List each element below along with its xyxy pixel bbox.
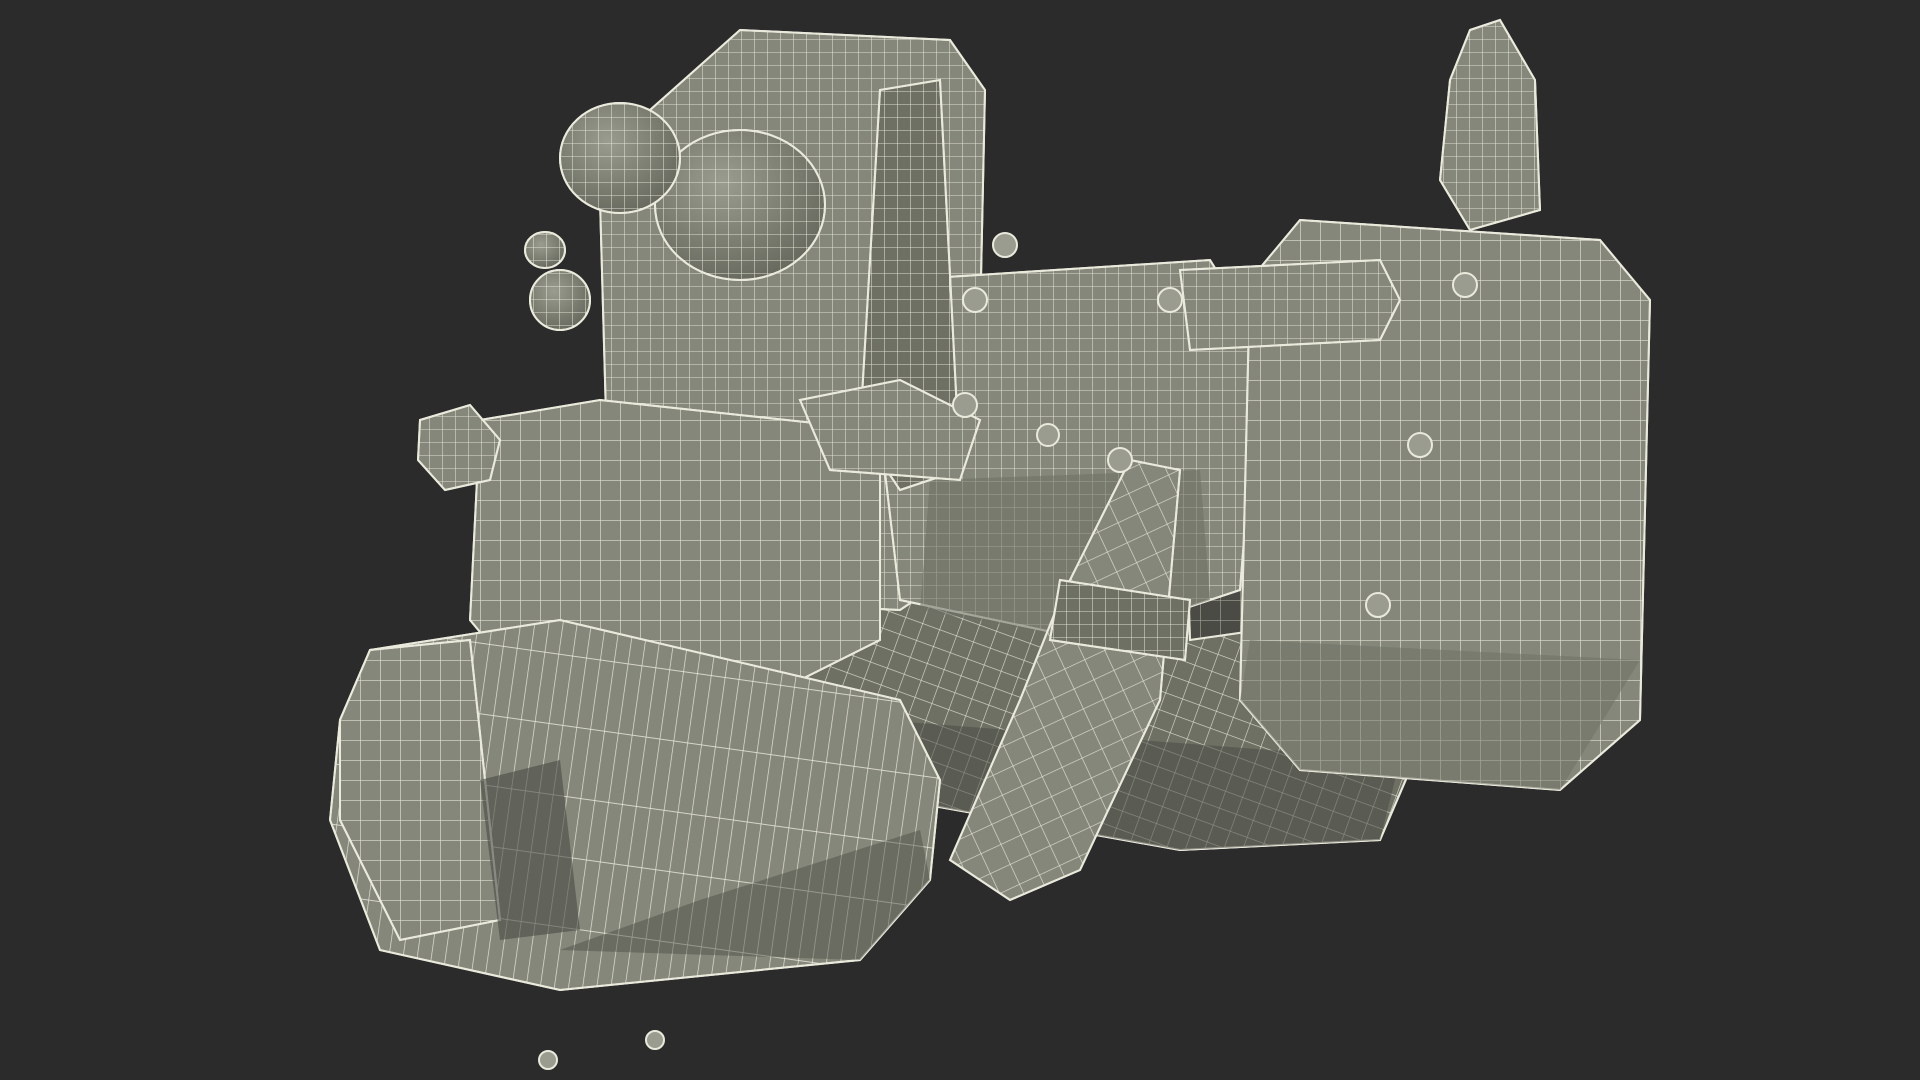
engine-model (328, 18, 1652, 1070)
tailpipe (1438, 18, 1542, 232)
connector-pipe (1178, 258, 1402, 352)
sphere-cap-small (559, 102, 681, 214)
engine-wireframe-icon (328, 18, 1652, 1070)
sphere-cap-tiny (524, 231, 591, 331)
render-viewport (0, 0, 1920, 1080)
